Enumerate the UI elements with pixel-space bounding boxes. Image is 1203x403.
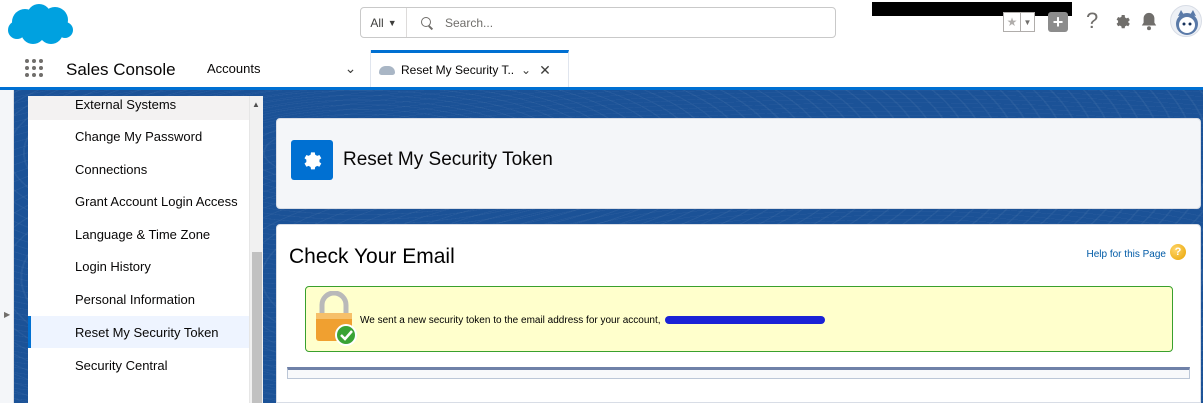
app-launcher-icon[interactable]	[24, 58, 44, 78]
sidebar-scrollbar[interactable]: ▲	[249, 96, 263, 403]
sidebar-item-change-password[interactable]: Change My Password	[28, 120, 249, 152]
expand-arrow-icon[interactable]: ▶	[4, 310, 10, 319]
confirmation-message: We sent a new security token to the emai…	[305, 286, 1173, 352]
search-icon	[421, 16, 433, 29]
global-header: All ▼ Search... ★ ▼ + ?	[0, 0, 1203, 50]
page-header: Reset My Security Token	[276, 118, 1201, 209]
chevron-down-icon: ▼	[1023, 17, 1032, 27]
chevron-down-icon: ▼	[387, 17, 397, 28]
lock-check-icon	[316, 291, 357, 346]
workspace: ▶ External Systems Change My Password Co…	[0, 90, 1203, 403]
sidebar-item-grant-login-access[interactable]: Grant Account Login Access	[28, 185, 249, 217]
redaction-mark	[872, 2, 1072, 16]
help-for-page-link[interactable]: Help for this Page	[1087, 249, 1167, 260]
search-input[interactable]: Search...	[445, 16, 493, 30]
scrollbar-thumb[interactable]	[252, 252, 262, 403]
search-scope-dropdown[interactable]: All ▼	[361, 8, 407, 37]
settings-gear-icon	[291, 140, 333, 180]
tab-menu-chevron-icon[interactable]: ⌄	[521, 63, 531, 77]
navigation-bar: Sales Console Accounts ⌄ Reset My Securi…	[0, 50, 1203, 90]
favorites-star-button[interactable]: ★	[1003, 12, 1021, 32]
message-body: We sent a new security token to the emai…	[360, 315, 661, 326]
avatar[interactable]	[1170, 5, 1202, 37]
chevron-down-icon: ⌄	[344, 60, 357, 76]
tab-label: Reset My Security T...	[401, 63, 513, 77]
section-footer-bar	[287, 367, 1190, 379]
page-title: Reset My Security Token	[343, 149, 553, 170]
search-scope-label: All	[370, 15, 384, 30]
nav-item-accounts[interactable]: Accounts	[205, 50, 331, 87]
sidebar-item-reset-security-token[interactable]: Reset My Security Token	[28, 316, 249, 348]
favorites-list-button[interactable]: ▼	[1021, 12, 1035, 32]
tab-reset-security-token[interactable]: Reset My Security T... ⌄ ✕	[371, 50, 569, 87]
utility-panel-edge: ▶	[0, 90, 14, 403]
scroll-up-arrow-icon[interactable]: ▲	[252, 100, 260, 109]
redacted-email	[664, 316, 825, 325]
help-orb-icon[interactable]: ?	[1170, 244, 1186, 260]
nav-menu-chevron[interactable]: ⌄	[331, 50, 371, 87]
sidebar-item-login-history[interactable]: Login History	[28, 250, 249, 282]
sidebar-item-security-central[interactable]: Security Central	[28, 349, 249, 381]
plus-icon: +	[1052, 12, 1064, 32]
content-card: Check Your Email Help for this Page ? We…	[276, 224, 1201, 403]
global-actions-button[interactable]: +	[1048, 12, 1068, 32]
confirmation-text: We sent a new security token to the emai…	[360, 315, 825, 326]
app-name: Sales Console	[66, 60, 176, 79]
sidebar-item-language-time-zone[interactable]: Language & Time Zone	[28, 218, 249, 250]
setup-tree-sidebar: External Systems Change My Password Conn…	[28, 96, 263, 403]
section-title: Check Your Email	[289, 245, 455, 268]
bell-icon[interactable]	[1140, 11, 1158, 31]
global-search: All ▼ Search...	[360, 7, 836, 38]
star-icon: ★	[1006, 15, 1018, 29]
gear-icon[interactable]	[1113, 12, 1131, 30]
tab-close-icon[interactable]: ✕	[539, 62, 551, 79]
salesforce-logo[interactable]	[5, 2, 75, 46]
sidebar-item-connections[interactable]: Connections	[28, 153, 249, 185]
sidebar-item-personal-information[interactable]: Personal Information	[28, 283, 249, 315]
sidebar-item-external-systems[interactable]: External Systems	[28, 96, 249, 120]
tab-object-icon	[379, 65, 395, 75]
help-icon[interactable]: ?	[1086, 8, 1098, 34]
